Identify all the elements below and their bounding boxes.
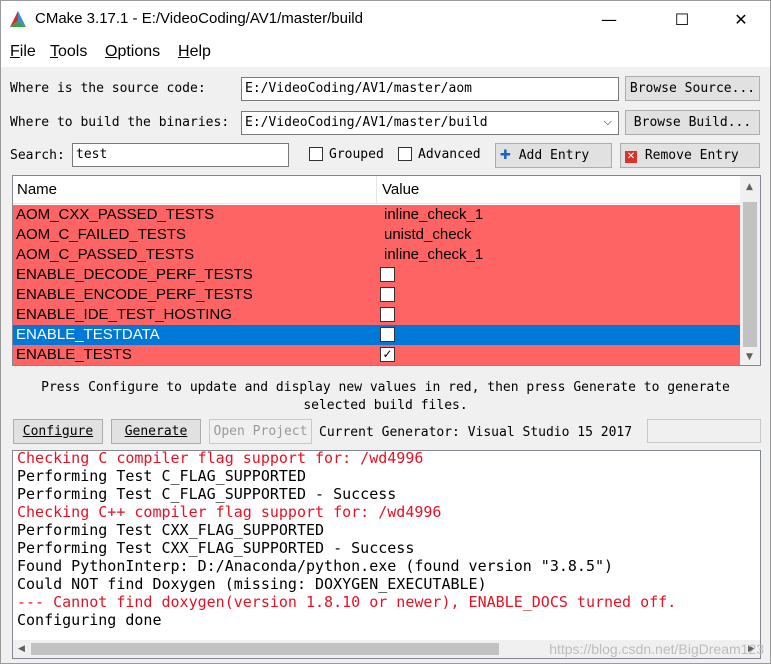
row-name: AOM_C_FAILED_TESTS [16, 226, 187, 243]
row-name: ENABLE_IDE_TEST_HOSTING [16, 306, 232, 323]
row-value-checkbox-checked[interactable]: ✓ [380, 347, 395, 362]
configure-button[interactable]: Configure [13, 419, 103, 444]
remove-entry-button[interactable]: ✕ Remove Entry [620, 143, 760, 168]
table-row[interactable]: ENABLE_ENCODE_PERF_TESTS [13, 285, 740, 305]
menu-tools-mnemonic: T [50, 43, 58, 60]
row-value-checkbox[interactable] [380, 307, 395, 322]
column-header-name[interactable]: Name [17, 181, 57, 198]
generator-extra-field [647, 419, 761, 443]
grouped-checkbox[interactable] [309, 147, 323, 161]
column-header-value[interactable]: Value [382, 181, 419, 198]
output-line: Performing Test CXX_FLAG_SUPPORTED - Suc… [17, 539, 415, 557]
minimize-button[interactable]: — [586, 1, 632, 37]
table-row[interactable]: AOM_C_PASSED_TESTS inline_check_1 [13, 245, 740, 265]
table-row[interactable]: ENABLE_TESTS ✓ [13, 345, 740, 365]
open-project-button[interactable]: Open Project [209, 419, 312, 444]
build-label: Where to build the binaries: [10, 115, 230, 130]
table-row[interactable]: ENABLE_IDE_TEST_HOSTING [13, 305, 740, 325]
source-path-field[interactable]: E:/VideoCoding/AV1/master/aom [241, 77, 619, 101]
configure-hint-line-2: selected build files. [303, 398, 468, 413]
menu-bar: File Tools Options Help [1, 37, 770, 67]
chevron-down-icon[interactable]: ⌵ [604, 115, 612, 129]
menu-help-label: elp [189, 43, 211, 60]
row-name: ENABLE_TESTDATA [16, 326, 160, 343]
output-line: Performing Test CXX_FLAG_SUPPORTED [17, 521, 325, 539]
search-input[interactable]: test [72, 143, 289, 167]
menu-tools[interactable]: Tools [50, 43, 87, 61]
table-row[interactable]: AOM_CXX_PASSED_TESTS inline_check_1 [13, 205, 740, 225]
row-name: ENABLE_ENCODE_PERF_TESTS [16, 286, 253, 303]
scroll-left-icon[interactable]: ◀ [18, 644, 25, 654]
row-value-checkbox[interactable] [380, 327, 395, 342]
menu-options[interactable]: Options [105, 43, 160, 61]
maximize-button[interactable]: ☐ [659, 1, 705, 37]
menu-options-label: ptions [117, 43, 161, 60]
configure-hint: Press Configure to update and display ne… [1, 379, 770, 415]
menu-file-mnemonic: F [10, 43, 20, 60]
output-line: Could NOT find Doxygen (missing: DOXYGEN… [17, 575, 487, 593]
menu-help[interactable]: Help [178, 43, 211, 61]
plus-icon: ✚ [500, 148, 511, 163]
output-line: Performing Test C_FLAG_SUPPORTED - Succe… [17, 485, 397, 503]
row-value-checkbox[interactable] [380, 267, 395, 282]
table-row[interactable]: AOM_C_FAILED_TESTS unistd_check [13, 225, 740, 245]
source-label: Where is the source code: [10, 81, 206, 96]
build-path-combo[interactable]: E:/VideoCoding/AV1/master/build ⌵ [241, 111, 619, 135]
row-value[interactable]: unistd_check [384, 226, 472, 243]
advanced-label[interactable]: Advanced [418, 147, 481, 162]
row-value-checkbox[interactable] [380, 287, 395, 302]
add-entry-label: Add Entry [518, 148, 590, 163]
table-vertical-scrollbar[interactable]: ▲ ▼ [740, 176, 760, 365]
menu-options-mnemonic: O [105, 43, 118, 60]
table-rows: AOM_CXX_PASSED_TESTS inline_check_1 AOM_C_… [13, 205, 740, 365]
row-value[interactable]: inline_check_1 [384, 206, 483, 223]
table-header: Name Value [13, 176, 740, 204]
row-name: ENABLE_DECODE_PERF_TESTS [16, 266, 253, 283]
cache-table[interactable]: Name Value AOM_CXX_PASSED_TESTS inline_ch… [12, 175, 761, 366]
title-bar[interactable]: CMake 3.17.1 - E:/VideoCoding/AV1/master… [1, 1, 770, 37]
current-generator-label: Current Generator: Visual Studio 15 2017 [319, 425, 633, 440]
row-name: AOM_CXX_PASSED_TESTS [16, 206, 215, 223]
scroll-up-icon[interactable]: ▲ [746, 182, 753, 192]
generate-button[interactable]: Generate [111, 419, 201, 444]
output-line: Configuring done [17, 611, 162, 629]
add-entry-button[interactable]: ✚ Add Entry [495, 143, 612, 168]
table-scroll-thumb[interactable] [743, 202, 757, 347]
menu-tools-label: ools [58, 43, 88, 60]
browse-source-button[interactable]: Browse Source... [625, 76, 760, 101]
output-line-error: Checking C++ compiler flag support for: … [17, 503, 442, 521]
watermark-text: https://blog.csdn.net/BigDream123 [549, 641, 764, 657]
cmake-logo-icon [10, 11, 26, 27]
column-divider[interactable] [376, 176, 377, 204]
build-path-value: E:/VideoCoding/AV1/master/build [245, 115, 488, 130]
advanced-checkbox[interactable] [398, 147, 412, 161]
close-button[interactable]: ✕ [718, 1, 764, 37]
row-name: ENABLE_TESTS [16, 346, 132, 363]
output-scroll-thumb[interactable] [31, 643, 499, 655]
menu-help-mnemonic: H [178, 43, 190, 60]
remove-entry-label: Remove Entry [644, 148, 739, 163]
configure-hint-line-1: Press Configure to update and display ne… [41, 380, 730, 395]
table-row[interactable]: ENABLE_DECODE_PERF_TESTS [13, 265, 740, 285]
search-label: Search: [10, 148, 65, 163]
menu-file-label: ile [19, 43, 36, 60]
output-line: Performing Test C_FLAG_SUPPORTED [17, 467, 306, 485]
output-line-error: --- Cannot find doxygen(version 1.8.10 o… [17, 593, 677, 611]
table-row[interactable]: ENABLE_TESTDATA [13, 325, 740, 345]
scroll-down-icon[interactable]: ▼ [746, 352, 753, 362]
browse-build-button[interactable]: Browse Build... [625, 110, 760, 135]
output-log[interactable]: Checking C compiler flag support for: /w… [12, 450, 761, 659]
output-line-error: Checking C compiler flag support for: /w… [17, 450, 424, 467]
row-value[interactable]: inline_check_1 [384, 246, 483, 263]
grouped-label[interactable]: Grouped [329, 147, 384, 162]
remove-icon: ✕ [625, 151, 637, 163]
output-line: Found PythonInterp: D:/Anaconda/python.e… [17, 557, 614, 575]
menu-file[interactable]: File [10, 43, 36, 61]
row-name: AOM_C_PASSED_TESTS [16, 246, 195, 263]
window-title: CMake 3.17.1 - E:/VideoCoding/AV1/master… [35, 10, 363, 27]
cmake-window: CMake 3.17.1 - E:/VideoCoding/AV1/master… [0, 0, 771, 664]
